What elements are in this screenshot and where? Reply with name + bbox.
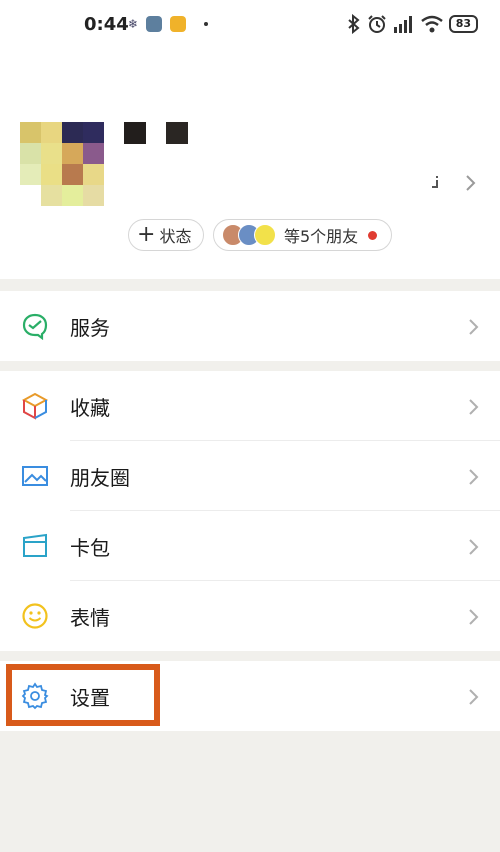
menu-label-favorites: 收藏 bbox=[70, 395, 110, 420]
menu-item-cards[interactable]: 卡包 bbox=[0, 511, 500, 581]
chevron-right-icon bbox=[469, 319, 479, 335]
menu-item-moments[interactable]: 朋友圈 bbox=[0, 441, 500, 511]
nickname bbox=[124, 122, 188, 144]
menu-item-stickers[interactable]: 表情 bbox=[0, 581, 500, 651]
chevron-right-icon bbox=[469, 399, 479, 415]
chevron-right-icon bbox=[469, 539, 479, 555]
wallet-icon bbox=[23, 533, 47, 557]
status-right-icons: 83 bbox=[347, 14, 478, 34]
moments-image-icon bbox=[22, 466, 48, 486]
favorites-cube-icon bbox=[21, 392, 49, 420]
friends-label: 等5个朋友 bbox=[284, 227, 359, 246]
friends-status-button[interactable]: 等5个朋友 bbox=[213, 219, 392, 251]
avatar[interactable] bbox=[20, 122, 104, 206]
status-left-icons: ❄ bbox=[128, 16, 209, 32]
friend-avatars bbox=[222, 224, 276, 246]
chevron-right-icon bbox=[469, 609, 479, 625]
services-icon bbox=[22, 313, 48, 340]
menu-item-favorites[interactable]: 收藏 bbox=[0, 371, 500, 441]
alarm-icon bbox=[367, 15, 386, 33]
profile-header[interactable]: + 状态 等5个朋友 bbox=[0, 52, 500, 279]
services-group: 服务 bbox=[0, 291, 500, 361]
menu-label-cards: 卡包 bbox=[70, 535, 110, 560]
menu-label-services: 服务 bbox=[70, 315, 110, 340]
new-status-dot bbox=[368, 230, 378, 240]
nickname-block bbox=[124, 122, 146, 144]
status-bar: 0:44 ❄ 83 bbox=[0, 0, 500, 52]
menu-label-moments: 朋友圈 bbox=[70, 465, 130, 490]
plus-icon: + bbox=[137, 222, 156, 247]
status-time: 0:44 bbox=[84, 14, 129, 35]
menu-item-services[interactable]: 服务 bbox=[0, 291, 500, 361]
main-menu-group: 收藏 朋友圈 卡包 表情 bbox=[0, 371, 500, 651]
battery-icon: 83 bbox=[448, 15, 478, 33]
dot-icon bbox=[204, 22, 209, 26]
qr-code-icon[interactable] bbox=[430, 176, 440, 190]
chevron-right-icon[interactable] bbox=[465, 174, 477, 192]
chevron-right-icon bbox=[469, 469, 479, 485]
chevron-right-icon bbox=[469, 689, 479, 705]
settings-group: 设置 bbox=[0, 661, 500, 731]
bluetooth-icon bbox=[348, 14, 360, 34]
friend-avatar bbox=[254, 224, 276, 246]
nickname-block bbox=[166, 122, 188, 144]
snowflake-icon: ❄ bbox=[128, 17, 139, 31]
menu-label-settings: 设置 bbox=[70, 685, 110, 710]
status-button[interactable]: + 状态 bbox=[128, 219, 204, 251]
menu-item-settings[interactable]: 设置 bbox=[0, 661, 500, 731]
smiley-icon bbox=[22, 603, 48, 629]
note-app-icon bbox=[170, 16, 187, 32]
gear-icon bbox=[21, 682, 49, 710]
signal-icon bbox=[393, 16, 412, 33]
wifi-icon bbox=[420, 15, 443, 33]
menu-label-stickers: 表情 bbox=[70, 605, 110, 630]
status-button-label: 状态 bbox=[159, 227, 192, 246]
gear-app-icon bbox=[146, 16, 163, 32]
